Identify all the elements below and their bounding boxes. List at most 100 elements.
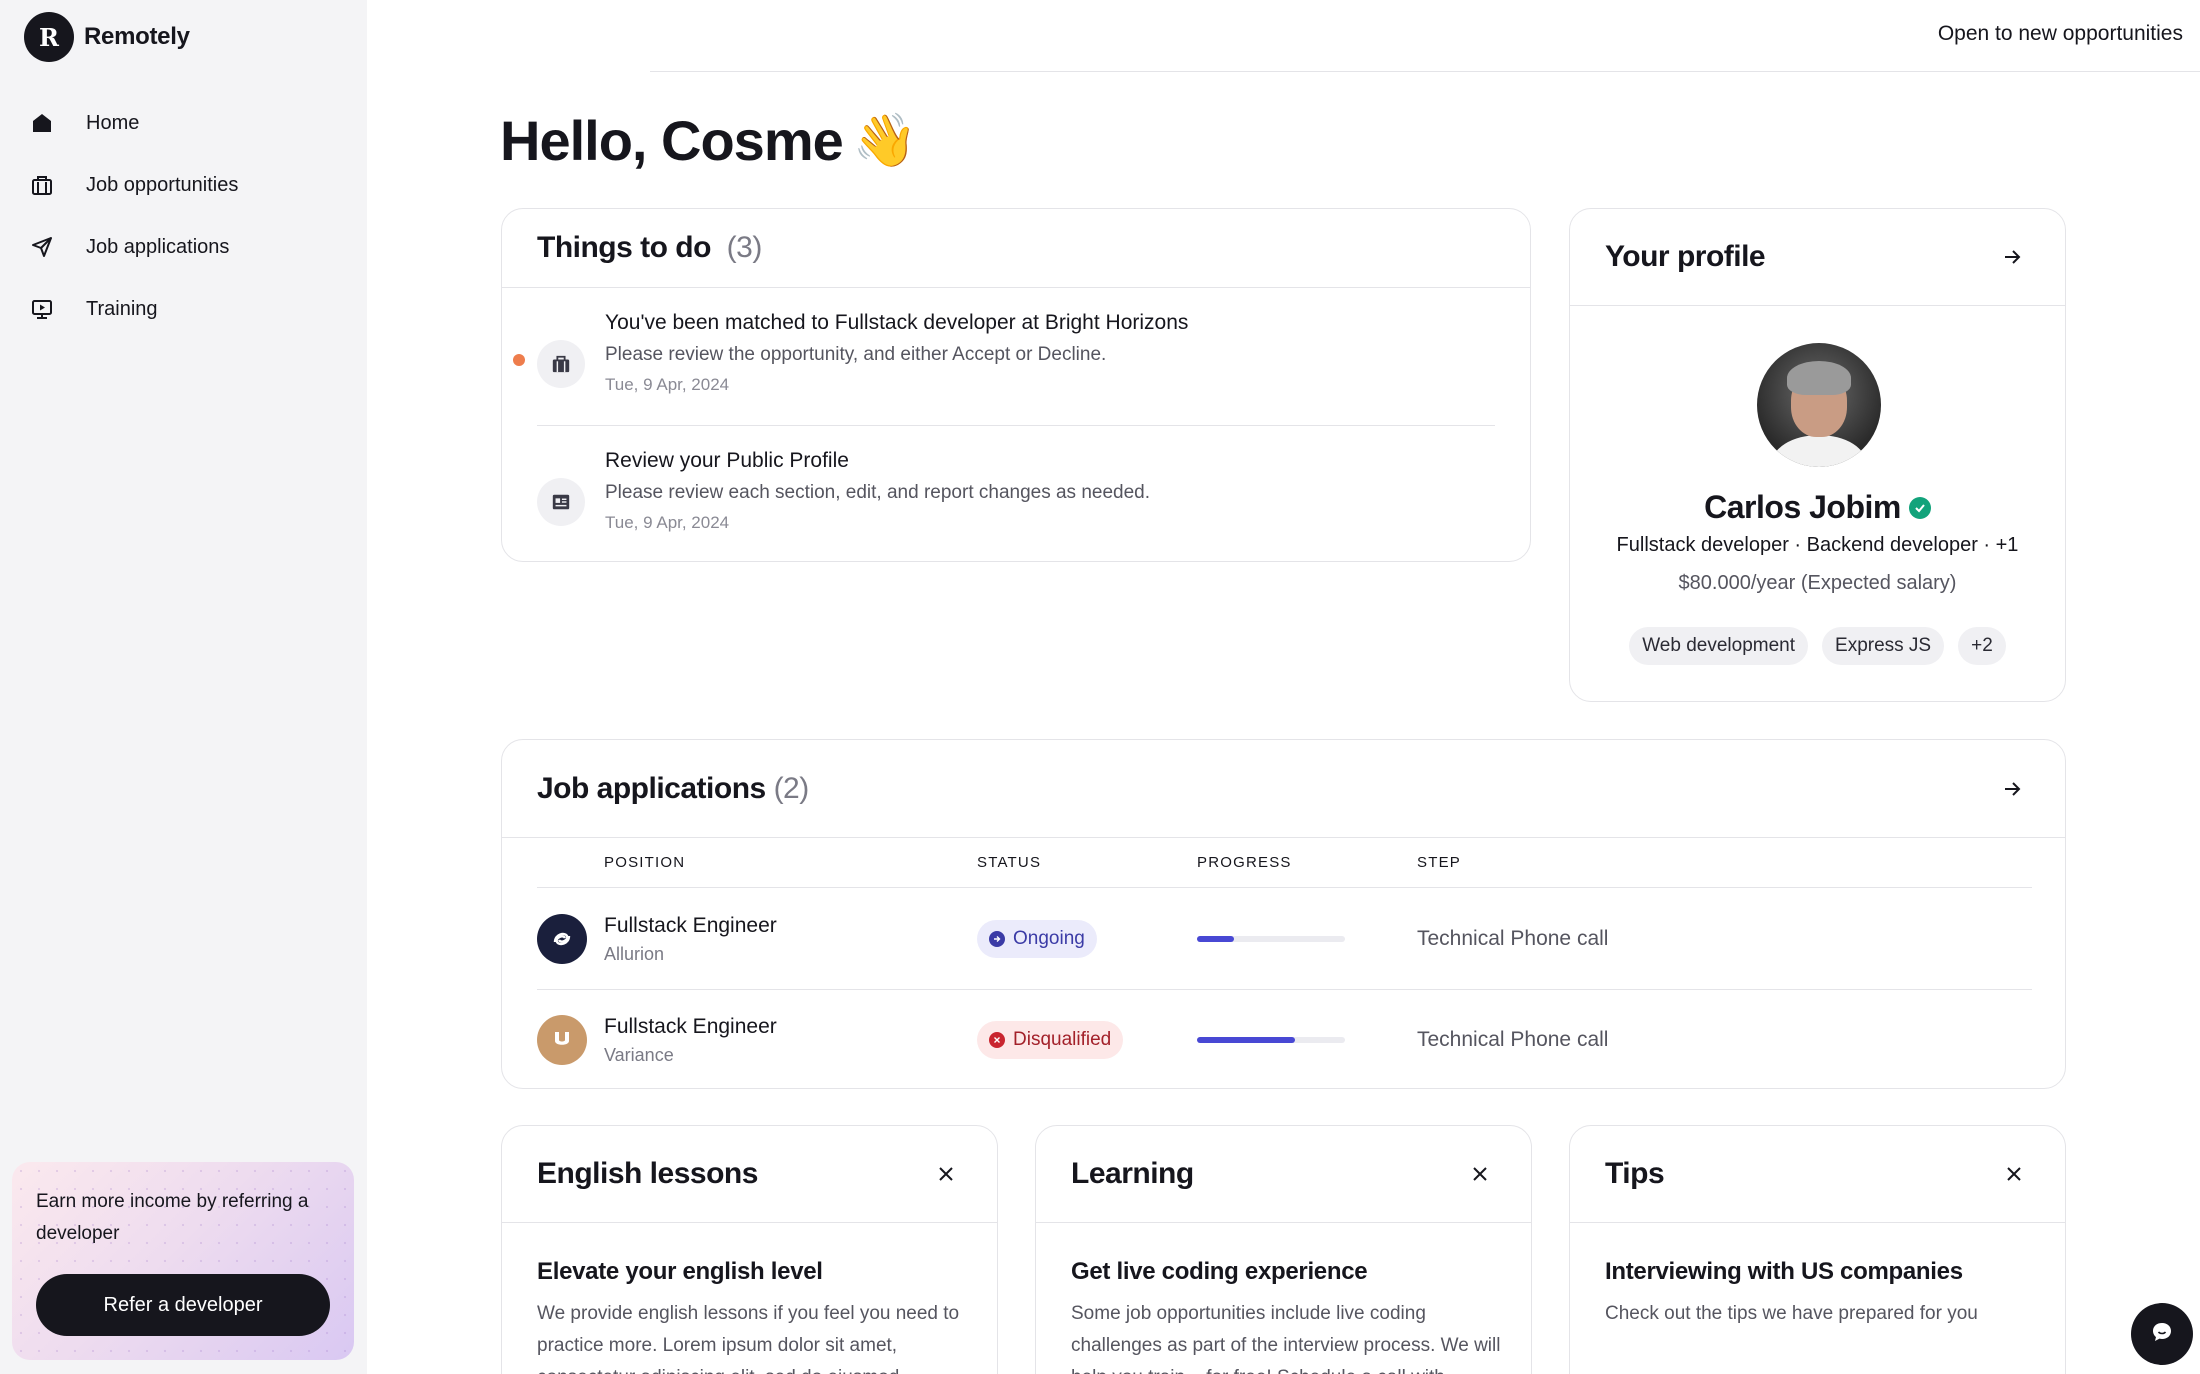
chat-bubble-icon [2150,1320,2174,1349]
progress-fill [1197,1037,1295,1043]
job-applications-header: Job applications (2) [502,740,2065,838]
column-header-status: STATUS [977,854,1042,871]
card-subtitle: Get live coding experience [1071,1258,1368,1285]
status-badge: Ongoing [977,919,1097,958]
progress-cell [1197,1037,1417,1043]
topbar-divider [650,71,2200,72]
skill-tag: Web development [1629,627,1809,665]
todo-title: Review your Public Profile [605,449,849,472]
profile-name: Carlos Jobim [1570,489,2065,526]
skill-tag: Express JS [1822,627,1945,665]
todo-date: Tue, 9 Apr, 2024 [605,375,730,394]
verified-check-icon [1908,496,1931,519]
step-text: Technical Phone call [1417,926,1609,950]
close-icon[interactable] [1464,1158,1496,1190]
sidebar: R Remotely Home Job opportunities Job ap… [0,0,367,1374]
arrow-right-icon[interactable] [1994,239,2030,275]
avatar-shirt [1771,435,1867,467]
sidebar-item-job-applications[interactable]: Job applications [26,216,346,278]
progress-bar [1197,1037,1345,1043]
avatar-hair [1787,361,1851,395]
todo-item[interactable]: You've been matched to Fullstack develop… [513,288,1495,425]
status-cell: Disqualified [977,1021,1197,1059]
brand-name: Remotely [84,23,190,50]
card-subtitle: Elevate your english level [537,1258,823,1285]
unread-dot [513,354,525,366]
chat-button[interactable] [2131,1303,2193,1365]
table-row[interactable]: Fullstack Engineer Variance Disqualified… [537,989,2032,1088]
things-to-do-card: Things to do (3) You've been matched to … [501,208,1531,562]
card-header: Tips [1570,1126,2065,1223]
things-to-do-count: (3) [726,231,763,264]
todo-item[interactable]: Review your Public Profile Please review… [537,425,1495,561]
arrow-right-icon[interactable] [1994,771,2030,807]
remotely-logo-icon: R [24,12,74,62]
page-title: Hello, Cosme 👋 [500,108,918,173]
job-applications-count: (2) [773,771,810,805]
todo-date: Tue, 9 Apr, 2024 [605,513,730,532]
progress-fill [1197,935,1234,942]
company-name: Allurion [604,943,665,964]
x-circle-icon [989,1032,1005,1048]
more-tags-badge[interactable]: +2 [1958,627,2006,665]
status-badge: Disqualified [977,1021,1124,1059]
referral-text: Earn more income by referring a develope… [36,1191,309,1244]
home-icon [26,107,58,139]
ongoing-icon [989,930,1005,947]
progress-bar [1197,935,1345,942]
position-cell: Fullstack Engineer Allurion [604,911,977,967]
column-header-progress: PROGRESS [1197,854,1292,871]
table-row[interactable]: Fullstack Engineer Allurion Ongoing Tech… [537,888,2032,989]
card-title: Learning [1071,1157,1194,1190]
profile-roles: Fullstack developer · Backend developer … [1616,534,2019,556]
todo-body: Review your Public Profile Please review… [605,446,1151,561]
company-logo-cell [537,913,604,964]
sidebar-item-label: Job opportunities [86,173,239,196]
avatar [1757,343,1881,467]
sidebar-item-training[interactable]: Training [26,278,346,340]
todo-title: You've been matched to Fullstack develop… [605,311,1189,334]
things-to-do-title-text: Things to do [537,231,711,264]
sidebar-item-home[interactable]: Home [26,92,346,154]
refer-developer-button[interactable]: Refer a developer [36,1274,330,1336]
card-title: Tips [1605,1157,1665,1190]
position-cell: Fullstack Engineer Variance [604,1012,977,1068]
status-text: Disqualified [1013,1029,1112,1050]
card-header: English lessons [502,1126,997,1223]
profile-title: Your profile [1605,240,1766,273]
profile-card: Your profile Carlos Jobim Fullstack deve… [1569,208,2066,702]
close-icon[interactable] [930,1158,962,1190]
profile-tags: Web development Express JS +2 [1570,627,2065,665]
referral-card: Earn more income by referring a develope… [12,1162,354,1360]
job-applications-title: Job applications (2) [537,772,809,806]
position-title: Fullstack Engineer [604,1015,777,1038]
card-title: English lessons [537,1157,758,1190]
sidebar-item-job-opportunities[interactable]: Job opportunities [26,154,346,216]
profile-salary: $80.000/year (Expected salary) [1678,572,1957,594]
things-to-do-title: Things to do (3) [537,231,762,265]
greeting-text: Hello, Cosme [500,109,844,172]
monitor-play-icon [26,293,58,325]
close-icon[interactable] [1998,1158,2030,1190]
sidebar-nav: Home Job opportunities Job applications … [26,92,346,340]
brand[interactable]: R Remotely [24,12,190,62]
company-logo-cell [537,1015,604,1065]
sidebar-item-label: Home [86,111,140,134]
availability-status[interactable]: Open to new opportunities [1938,22,2183,46]
todo-body: You've been matched to Fullstack develop… [605,308,1188,425]
profile-card-icon [537,478,585,526]
todo-description: Please review each section, edit, and re… [605,482,1151,503]
column-header-step: STEP [1417,854,1461,871]
card-text: We provide english lessons if you feel y… [537,1303,960,1374]
card-text: Some job opportunities include live codi… [1071,1303,1501,1374]
briefcase-icon [537,340,585,388]
send-icon [26,231,58,263]
table-header: POSITION STATUS PROGRESS STEP [537,838,2032,888]
learning-card: Learning Get live coding experience Some… [1035,1125,1532,1374]
profile-header: Your profile [1570,209,2065,306]
job-applications-table: POSITION STATUS PROGRESS STEP Fullstack … [537,838,2032,1088]
card-header: Learning [1036,1126,1531,1223]
english-lessons-card: English lessons Elevate your english lev… [501,1125,998,1374]
step-text: Technical Phone call [1417,1028,1609,1051]
profile-name-text: Carlos Jobim [1704,489,1901,525]
